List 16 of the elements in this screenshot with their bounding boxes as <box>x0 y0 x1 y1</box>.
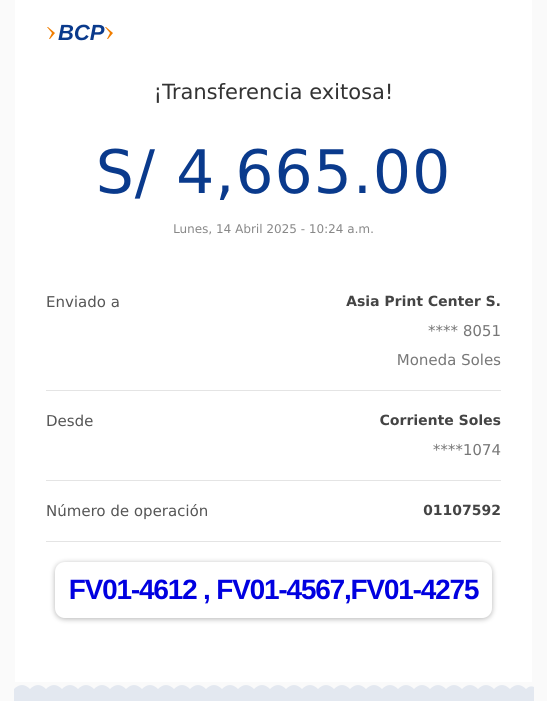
logo-text: BCP <box>58 20 104 46</box>
detail-value: 01107592 <box>423 502 501 521</box>
invoice-note: FV01-4612 , FV01-4567,FV01-4275 <box>54 562 492 618</box>
title: ¡Transferencia exitosa! <box>154 80 394 104</box>
detail-label: Enviado a <box>46 292 120 313</box>
date-time: Lunes, 14 Abril 2025 - 10:24 a.m. <box>173 222 374 236</box>
detail-value: Asia Print Center S. <box>346 293 501 312</box>
detail-value: Moneda Soles <box>396 350 501 370</box>
detail-value: Corriente Soles <box>380 412 501 431</box>
detail-label: Desde <box>46 411 94 432</box>
chevron-icon <box>105 26 116 40</box>
amount: S/ 4,665.00 <box>96 138 452 208</box>
detail-value: **** 8051 <box>428 321 501 341</box>
detail-value: ****1074 <box>432 440 501 460</box>
detail-label: Número de operación <box>46 501 208 521</box>
chevron-icon <box>47 26 57 40</box>
